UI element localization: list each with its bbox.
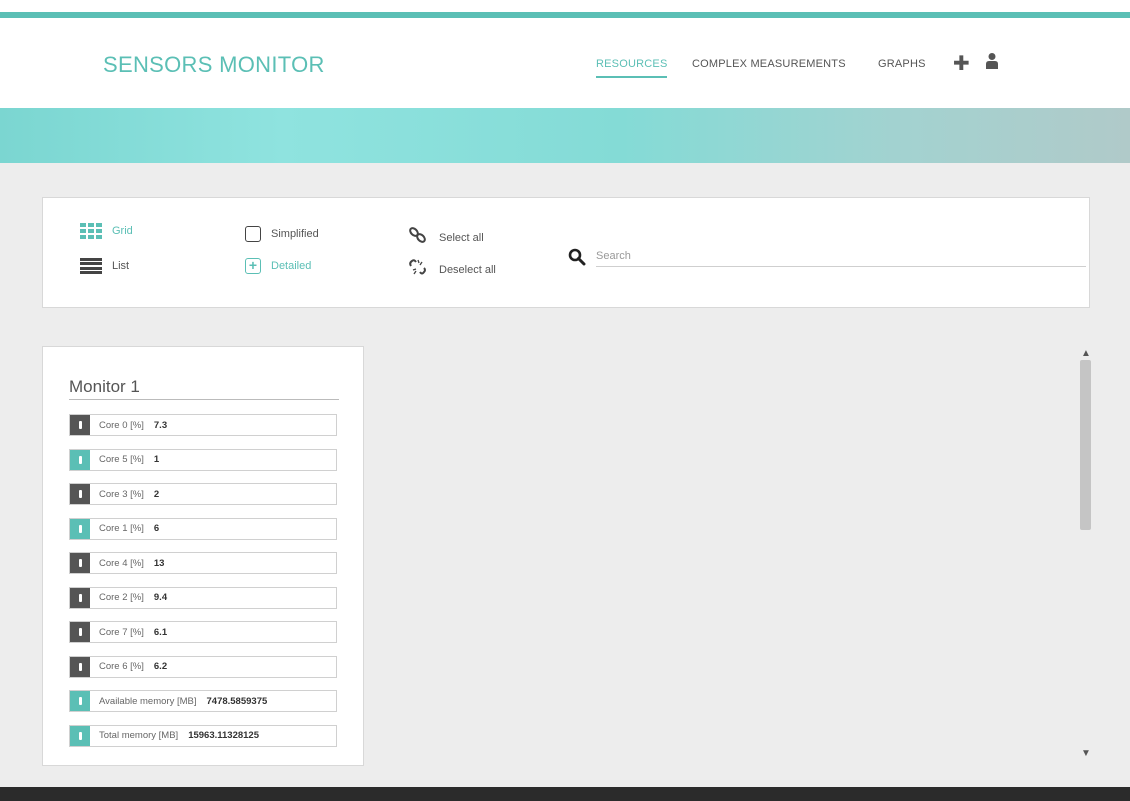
sensor-label: Core 3 [%] <box>99 488 144 500</box>
simplified-option[interactable]: Simplified <box>245 226 319 242</box>
sensor-value: 9.4 <box>153 592 168 603</box>
top-strip <box>0 0 1130 12</box>
sensor-label: Total memory [MB] <box>99 730 179 741</box>
sensor-value: 6 <box>153 523 160 534</box>
sensor-label: Core 1 [%] <box>99 523 144 534</box>
checkbox-icon <box>245 226 261 242</box>
list-label: List <box>112 260 130 272</box>
thermometer-icon <box>70 518 90 539</box>
user-icon[interactable] <box>985 52 999 76</box>
thermometer-icon <box>70 415 90 435</box>
list-icon <box>80 258 102 274</box>
sensor-label: Core 6 [%] <box>99 661 144 672</box>
sensor-label: Core 4 [%] <box>99 557 144 569</box>
thermometer-icon <box>70 484 90 504</box>
sensor-row[interactable]: Core 4 [%] 13 <box>69 552 337 574</box>
sensor-row[interactable]: Core 6 [%] 6.2 <box>69 655 337 678</box>
sensor-value: 1 <box>153 454 160 465</box>
sensor-value: 7.3 <box>153 419 168 431</box>
nav-complex-measurements[interactable]: COMPLEX MEASUREMENTS <box>692 58 846 70</box>
simplified-label: Simplified <box>271 228 319 240</box>
header: SENSORS MONITOR RESOURCES COMPLEX MEASUR… <box>0 18 1130 108</box>
thermometer-icon <box>70 449 90 470</box>
thermometer-icon <box>70 587 90 608</box>
sensor-value: 2 <box>153 488 160 500</box>
banner <box>0 108 1130 163</box>
sensor-row[interactable]: Core 2 [%] 9.4 <box>69 586 337 609</box>
sensor-row[interactable]: Core 5 [%] 1 <box>69 448 337 471</box>
grid-icon <box>80 223 102 239</box>
plus-box-icon: + <box>245 258 261 274</box>
sensor-label: Core 5 [%] <box>99 454 144 465</box>
sensor-value: 7478.5859375 <box>206 695 268 707</box>
sensor-value: 6.1 <box>153 626 168 638</box>
title-divider <box>69 399 339 400</box>
sensor-label: Core 2 [%] <box>99 592 144 603</box>
grid-label: Grid <box>112 225 133 237</box>
thermometer-icon <box>70 622 90 642</box>
sensor-value: 13 <box>153 557 165 569</box>
deselect-all-button[interactable]: Deselect all <box>407 258 496 281</box>
select-all-label: Select all <box>439 231 484 244</box>
scroll-up-icon[interactable]: ▲ <box>1081 348 1091 359</box>
sensor-row[interactable]: Core 0 [%] 7.3 <box>69 414 337 436</box>
nav-graphs[interactable]: GRAPHS <box>878 58 926 70</box>
sensor-value: 6.2 <box>153 661 168 672</box>
link-icon <box>407 226 429 249</box>
monitor-title: Monitor 1 <box>69 377 140 396</box>
app-brand[interactable]: SENSORS MONITOR <box>103 52 325 78</box>
scroll-thumb[interactable] <box>1080 360 1091 530</box>
sensor-row[interactable]: Core 3 [%] 2 <box>69 483 337 505</box>
scrollbar[interactable]: ▲ ▼ <box>1073 348 1097 766</box>
sensor-row[interactable]: Core 7 [%] 6.1 <box>69 621 337 643</box>
sensor-row[interactable]: Total memory [MB] 15963.11328125 <box>69 724 337 747</box>
sensor-row[interactable]: Core 1 [%] 6 <box>69 517 337 540</box>
select-all-button[interactable]: Select all <box>407 226 484 249</box>
sensor-row[interactable]: Available memory [MB] 7478.5859375 <box>69 690 337 712</box>
sensor-label: Available memory [MB] <box>99 695 197 707</box>
sensor-label: Core 0 [%] <box>99 419 144 431</box>
detailed-option[interactable]: + Detailed <box>245 258 311 274</box>
view-toolbar: Grid List Simplified + Detailed Select a… <box>42 197 1090 308</box>
grid-view-option[interactable]: Grid <box>80 223 133 239</box>
detailed-label: Detailed <box>271 260 312 272</box>
unlink-icon <box>407 258 429 281</box>
plus-icon[interactable]: ✚ <box>953 51 970 76</box>
list-view-option[interactable]: List <box>80 258 129 274</box>
search-input[interactable] <box>596 246 1086 267</box>
thermometer-icon <box>70 553 90 573</box>
sensor-value: 15963.11328125 <box>188 730 259 741</box>
thermometer-icon <box>70 656 90 677</box>
sensor-list: Core 0 [%] 7.3 Core 5 [%] 1 Core 3 [%] 2 Core … <box>69 414 337 759</box>
thermometer-icon <box>70 725 90 746</box>
sensor-label: Core 7 [%] <box>99 626 144 638</box>
footer-bar <box>0 787 1130 801</box>
nav-resources[interactable]: RESOURCES <box>596 58 668 78</box>
search-icon[interactable] <box>568 248 586 271</box>
thermometer-icon <box>70 691 90 711</box>
deselect-all-label: Deselect all <box>439 263 496 276</box>
scroll-down-icon[interactable]: ▼ <box>1081 748 1091 759</box>
monitor-card: Monitor 1 Core 0 [%] 7.3 Core 5 [%] 1 Core 3… <box>42 346 364 766</box>
